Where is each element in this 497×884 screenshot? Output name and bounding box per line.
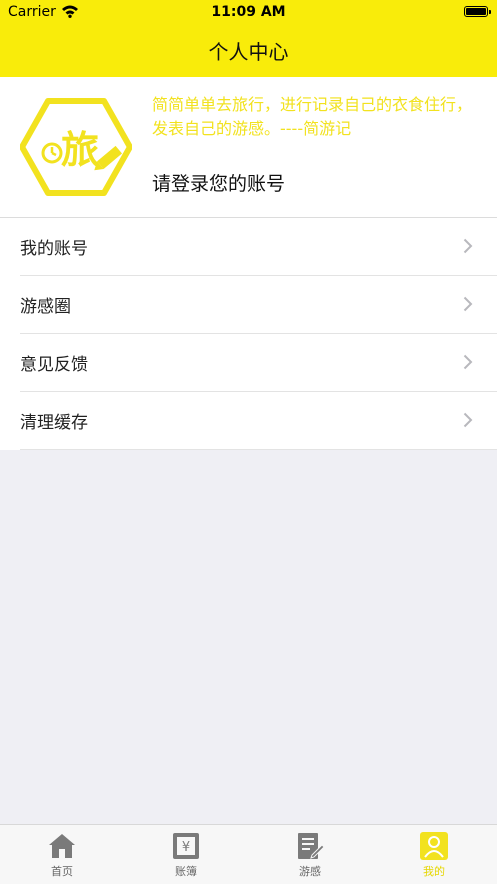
settings-menu: 我的账号 游感圈 意见反馈 清理缓存 [0,218,497,450]
ledger-icon: ¥ [171,831,201,861]
svg-text:旅: 旅 [61,128,99,172]
tab-home[interactable]: 首页 [0,825,124,884]
status-time: 11:09 AM [211,4,286,20]
chevron-right-icon [463,354,473,374]
menu-item-clear-cache[interactable]: 清理缓存 [20,392,497,450]
page-title: 个人中心 [208,40,289,64]
chevron-right-icon [463,296,473,316]
person-icon [419,831,449,861]
notes-icon [295,831,325,861]
menu-item-label: 意见反馈 [20,355,88,375]
tab-bar: 首页 ¥ 账簿 游感 我的 [0,824,497,884]
svg-text:¥: ¥ [182,840,190,855]
tab-ledger[interactable]: ¥ 账簿 [124,825,248,884]
menu-item-label: 清理缓存 [20,413,88,433]
profile-card[interactable]: 旅 简简单单去旅行，进行记录自己的衣食住行，发表自己的游感。----简游记 请登… [0,77,497,218]
battery-icon [464,6,491,17]
menu-item-label: 游感圈 [20,297,71,317]
menu-item-label: 我的账号 [20,239,88,259]
menu-item-feedback[interactable]: 意见反馈 [20,334,497,392]
tab-me[interactable]: 我的 [372,825,496,884]
app-logo: 旅 [19,97,133,201]
login-prompt[interactable]: 请登录您的账号 [152,169,285,196]
tab-label: 首页 [51,865,73,878]
tab-label: 我的 [423,865,445,878]
status-bar: Carrier 11:09 AM [0,0,497,24]
menu-item-my-account[interactable]: 我的账号 [20,218,497,276]
tab-label: 账簿 [175,865,197,878]
home-icon [47,831,77,861]
header: Carrier 11:09 AM 个人中心 [0,0,497,77]
tab-notes[interactable]: 游感 [248,825,372,884]
menu-item-travel-circle[interactable]: 游感圈 [20,276,497,334]
chevron-right-icon [463,412,473,432]
tab-label: 游感 [299,865,321,878]
app-slogan: 简简单单去旅行，进行记录自己的衣食住行，发表自己的游感。----简游记 [152,95,473,138]
chevron-right-icon [463,238,473,258]
